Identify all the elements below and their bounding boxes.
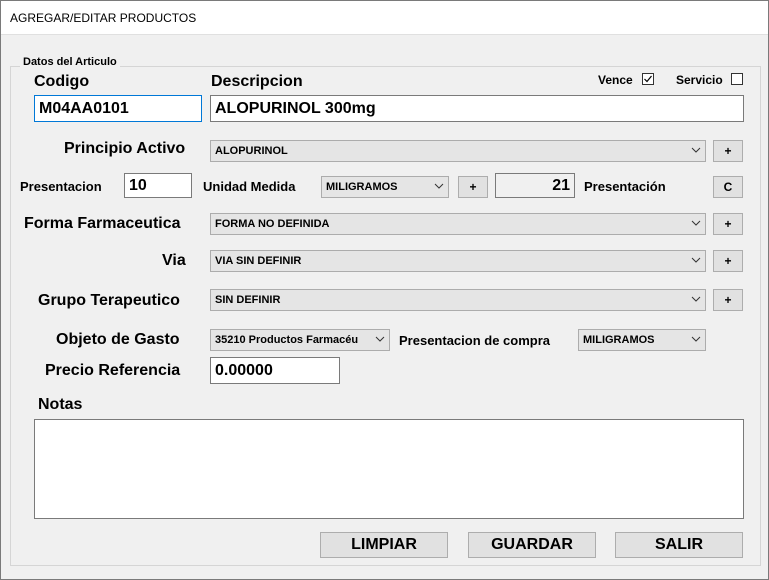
grupo-terapeutico-value: SIN DEFINIR bbox=[215, 294, 281, 306]
descripcion-input[interactable]: ALOPURINOL 300mg bbox=[210, 95, 744, 122]
unidad-medida-value: MILIGRAMOS bbox=[326, 181, 398, 193]
chevron-down-icon bbox=[691, 257, 701, 263]
chevron-down-icon bbox=[691, 336, 701, 342]
chevron-down-icon bbox=[691, 220, 701, 226]
presentacion-compra-label: Presentacion de compra bbox=[399, 333, 550, 348]
precio-referencia-label: Precio Referencia bbox=[45, 362, 181, 379]
title-bar: AGREGAR/EDITAR PRODUCTOS bbox=[1, 1, 768, 35]
vence-label: Vence bbox=[598, 73, 633, 87]
presentacion-compra-select[interactable]: MILIGRAMOS bbox=[578, 329, 706, 351]
objeto-gasto-label: Objeto de Gasto bbox=[56, 331, 180, 348]
servicio-label: Servicio bbox=[676, 73, 723, 87]
add-grupo-terapeutico-button[interactable]: + bbox=[713, 289, 743, 311]
precio-referencia-value: 0.00000 bbox=[215, 361, 273, 379]
c-button[interactable]: C bbox=[713, 176, 743, 198]
codigo-input[interactable]: M04AA0101 bbox=[34, 95, 202, 122]
via-select[interactable]: VIA SIN DEFINIR bbox=[210, 250, 706, 272]
chevron-down-icon bbox=[691, 296, 701, 302]
groupbox-title: Datos del Articulo bbox=[20, 56, 120, 68]
checkmark-icon bbox=[644, 75, 652, 83]
codigo-value: M04AA0101 bbox=[39, 99, 129, 117]
product-dialog: AGREGAR/EDITAR PRODUCTOS Datos del Artic… bbox=[0, 0, 769, 580]
presentacion-label: Presentacion bbox=[20, 179, 102, 194]
vence-checkbox[interactable] bbox=[642, 73, 654, 85]
add-unidad-medida-button[interactable]: + bbox=[458, 176, 488, 198]
servicio-checkbox[interactable] bbox=[731, 73, 743, 85]
add-principio-activo-button[interactable]: + bbox=[713, 140, 743, 162]
grupo-terapeutico-label: Grupo Terapeutico bbox=[38, 292, 180, 309]
presentacion-count-value: 21 bbox=[552, 176, 570, 194]
chevron-down-icon bbox=[434, 183, 444, 189]
notas-textarea[interactable] bbox=[34, 419, 744, 519]
principio-activo-value: ALOPURINOL bbox=[215, 145, 288, 157]
add-forma-farmaceutica-button[interactable]: + bbox=[713, 213, 743, 235]
forma-farmaceutica-label: Forma Farmaceutica bbox=[24, 215, 181, 232]
precio-referencia-input[interactable]: 0.00000 bbox=[210, 357, 340, 384]
add-via-button[interactable]: + bbox=[713, 250, 743, 272]
via-value: VIA SIN DEFINIR bbox=[215, 255, 302, 267]
principio-activo-label: Principio Activo bbox=[64, 140, 186, 157]
chevron-down-icon bbox=[691, 147, 701, 153]
codigo-label: Codigo bbox=[34, 73, 90, 90]
principio-activo-select[interactable]: ALOPURINOL bbox=[210, 140, 706, 162]
unidad-medida-label: Unidad Medida bbox=[203, 179, 296, 194]
notas-label: Notas bbox=[38, 396, 83, 413]
forma-farmaceutica-select[interactable]: FORMA NO DEFINIDA bbox=[210, 213, 706, 235]
via-label: Via bbox=[162, 252, 186, 269]
window-title: AGREGAR/EDITAR PRODUCTOS bbox=[10, 11, 197, 25]
forma-farmaceutica-value: FORMA NO DEFINIDA bbox=[215, 218, 330, 230]
grupo-terapeutico-select[interactable]: SIN DEFINIR bbox=[210, 289, 706, 311]
descripcion-value: ALOPURINOL 300mg bbox=[215, 99, 376, 117]
limpiar-button[interactable]: LIMPIAR bbox=[320, 532, 448, 558]
salir-button[interactable]: SALIR bbox=[615, 532, 743, 558]
guardar-button[interactable]: GUARDAR bbox=[468, 532, 596, 558]
presentacion-compra-value: MILIGRAMOS bbox=[583, 334, 655, 346]
objeto-gasto-value: 35210 Productos Farmacéu bbox=[215, 334, 359, 346]
presentacion-input[interactable]: 10 bbox=[124, 173, 192, 198]
presentacion-count-field: 21 bbox=[495, 173, 575, 198]
descripcion-label: Descripcion bbox=[211, 73, 303, 90]
presentacion-value: 10 bbox=[129, 176, 147, 194]
presentacion-count-label: Presentación bbox=[584, 179, 666, 194]
objeto-gasto-select[interactable]: 35210 Productos Farmacéu bbox=[210, 329, 390, 351]
chevron-down-icon bbox=[375, 336, 385, 342]
unidad-medida-select[interactable]: MILIGRAMOS bbox=[321, 176, 449, 198]
